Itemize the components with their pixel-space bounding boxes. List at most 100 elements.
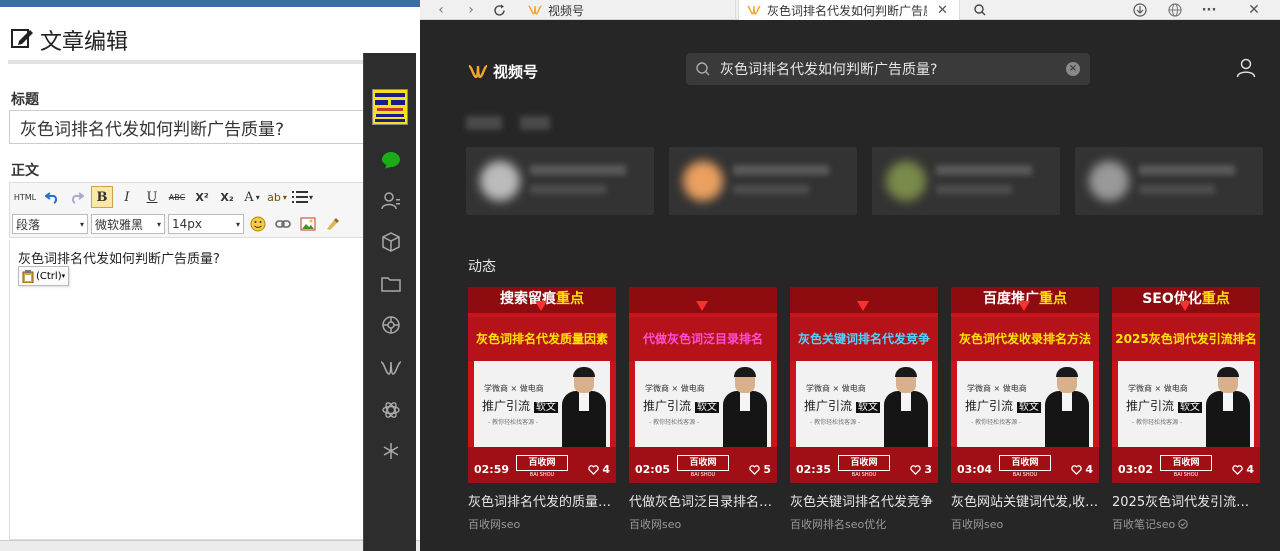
paste-options-button[interactable]: (Ctrl) ▾	[18, 266, 70, 286]
video-duration: 02:59	[474, 463, 510, 476]
back-button[interactable]: ‹	[432, 1, 450, 19]
html-source-button[interactable]: HTML	[12, 186, 38, 208]
video-thumbnail[interactable]: 搜索留痕重点 灰色词排名代发质量因素 学微商 × 做电商 推广引流 软文 - 教你轻松找…	[468, 287, 616, 483]
thumbnail-big-text: 推广引流 软文	[643, 399, 719, 413]
more-icon: ···	[1201, 2, 1217, 18]
superscript-button[interactable]: X²	[191, 186, 213, 208]
globe-button[interactable]	[1163, 0, 1187, 20]
arrow-down-icon	[1018, 301, 1030, 311]
video-title[interactable]: 代做灰色词泛目录排名方法	[629, 491, 777, 510]
video-card[interactable]: 代做灰色词泛目录排名 学微商 × 做电商 推广引流 软文 - 教你轻松找客源 - 百收网…	[629, 287, 777, 532]
user-profile-icon[interactable]	[1236, 58, 1256, 82]
title-input[interactable]: 灰色词排名代发如何判断广告质量?	[9, 110, 409, 144]
account-card[interactable]	[872, 147, 1060, 215]
forward-button[interactable]: ›	[462, 1, 480, 19]
video-thumbnail[interactable]: 灰色关键词排名代发竞争 学微商 × 做电商 推广引流 软文 - 教你轻松找客源 - 百收…	[790, 287, 938, 483]
editor-content-area[interactable]: 灰色词排名代发如何判断广告质量? (Ctrl) ▾	[9, 240, 409, 540]
account-card[interactable]	[669, 147, 857, 215]
tab-search-button[interactable]	[968, 0, 992, 20]
contacts-icon[interactable]	[380, 190, 402, 212]
reload-button[interactable]	[490, 1, 508, 19]
mini-programs-icon[interactable]	[380, 399, 402, 421]
avatar	[480, 161, 520, 201]
thumbnail-tagline: 学微商 × 做电商	[1128, 384, 1188, 393]
font-size-value: 14px	[172, 217, 202, 231]
search-input[interactable]: 灰色词排名代发如何判断广告质量? ×	[686, 53, 1090, 85]
like-count: 4	[1071, 463, 1093, 476]
sparkle-icon[interactable]	[380, 440, 402, 462]
video-title[interactable]: 灰色关键词排名代发竞争	[790, 491, 938, 510]
underline-button[interactable]: U	[141, 186, 163, 208]
video-title[interactable]: 灰色词排名代发的质量因素	[468, 491, 616, 510]
ad-thumbnail-icon	[373, 90, 407, 124]
box-icon[interactable]	[380, 231, 402, 253]
list-icon	[292, 191, 308, 203]
more-button[interactable]: ···	[1197, 0, 1221, 20]
thumbnail-small-text: - 教你轻松找客源 -	[649, 419, 700, 426]
redo-button[interactable]	[66, 186, 88, 208]
font-color-button[interactable]: A ▾	[241, 186, 263, 208]
video-card[interactable]: SEO优化重点 2025灰色词代发引流排名 学微商 × 做电商 推广引流 软文 - 教你…	[1112, 287, 1260, 532]
close-icon[interactable]: ✕	[937, 3, 948, 18]
font-size-select[interactable]: 14px ▾	[168, 214, 244, 234]
edit-icon	[10, 26, 34, 54]
folder-icon[interactable]	[380, 273, 402, 295]
chat-icon[interactable]	[380, 149, 402, 171]
blurred-tag	[466, 116, 502, 130]
video-thumbnail[interactable]: 百度推广重点 灰色词代发收录排名方法 学微商 × 做电商 推广引流 软文 - 教你轻松找…	[951, 287, 1099, 483]
video-title[interactable]: 2025灰色词代发引流排名	[1112, 491, 1260, 510]
emoji-button[interactable]	[247, 213, 269, 235]
video-thumbnail[interactable]: 代做灰色词泛目录排名 学微商 × 做电商 推广引流 软文 - 教你轻松找客源 - 百收网…	[629, 287, 777, 483]
rail-thumbnail[interactable]	[372, 89, 408, 125]
video-author[interactable]: 百收网seo	[629, 516, 777, 532]
font-color-label: A	[244, 189, 254, 205]
presenter-image	[723, 367, 767, 447]
watermark-logo: 百收网	[838, 455, 890, 471]
window-close-button[interactable]: ✕	[1242, 0, 1266, 20]
video-author[interactable]: 百收网seo	[468, 516, 616, 532]
video-thumbnail[interactable]: SEO优化重点 2025灰色词代发引流排名 学微商 × 做电商 推广引流 软文 - 教你…	[1112, 287, 1260, 483]
video-card[interactable]: 百度推广重点 灰色词代发收录排名方法 学微商 × 做电商 推广引流 软文 - 教你轻松找…	[951, 287, 1099, 532]
avatar	[1089, 161, 1129, 201]
globe-icon	[1168, 3, 1182, 17]
highlight-button[interactable]: ab ▾	[266, 186, 288, 208]
subscript-button[interactable]: X₂	[216, 186, 238, 208]
strikethrough-button[interactable]: ABC	[166, 186, 188, 208]
video-author[interactable]: 百收笔记seo	[1112, 516, 1260, 532]
undo-icon	[45, 192, 58, 204]
brush-icon	[327, 218, 339, 230]
video-title[interactable]: 灰色网站关键词代发,收录排名	[951, 491, 1099, 510]
undo-button[interactable]	[41, 186, 63, 208]
page-title: 文章编辑	[40, 30, 129, 55]
thumbnail-tagline: 学微商 × 做电商	[806, 384, 866, 393]
italic-button[interactable]: I	[116, 186, 138, 208]
image-button[interactable]	[297, 213, 319, 235]
clear-search-icon[interactable]: ×	[1066, 62, 1080, 76]
article-editor: 文章编辑 标题 灰色词排名代发如何判断广告质量? 正文 HTML B I U A…	[0, 0, 420, 551]
watermark-logo: 百收网	[999, 455, 1051, 471]
list-button[interactable]: ▾	[291, 186, 314, 208]
editor-text[interactable]: 灰色词排名代发如何判断广告质量?	[18, 248, 220, 267]
channels-icon[interactable]	[380, 357, 402, 379]
paragraph-select[interactable]: 段落 ▾	[12, 214, 88, 234]
download-button[interactable]	[1128, 0, 1152, 20]
moments-icon[interactable]	[380, 314, 402, 336]
brand[interactable]: 视频号	[468, 61, 538, 82]
bold-button[interactable]: B	[91, 186, 113, 208]
account-card[interactable]	[466, 147, 654, 215]
clear-format-button[interactable]	[322, 213, 344, 235]
font-family-select[interactable]: 微软雅黑 ▾	[91, 214, 165, 234]
video-author[interactable]: 百收网排名seo优化	[790, 516, 938, 532]
like-count: 5	[749, 463, 771, 476]
video-card[interactable]: 灰色关键词排名代发竞争 学微商 × 做电商 推广引流 软文 - 教你轻松找客源 - 百收…	[790, 287, 938, 532]
channels-logo-icon	[747, 5, 761, 15]
tab-search-result[interactable]: 灰色词排名代发如何判断广告质量? ✕	[738, 0, 960, 20]
tab-channels[interactable]: 视频号	[520, 0, 736, 20]
video-author[interactable]: 百收网seo	[951, 516, 1099, 532]
account-card[interactable]	[1075, 147, 1263, 215]
link-button[interactable]	[272, 213, 294, 235]
video-card[interactable]: 搜索留痕重点 灰色词排名代发质量因素 学微商 × 做电商 推广引流 软文 - 教你轻松找…	[468, 287, 616, 532]
heart-icon	[1071, 464, 1083, 475]
tab-label: 灰色词排名代发如何判断广告质量?	[767, 3, 927, 18]
font-family-value: 微软雅黑	[95, 217, 144, 232]
